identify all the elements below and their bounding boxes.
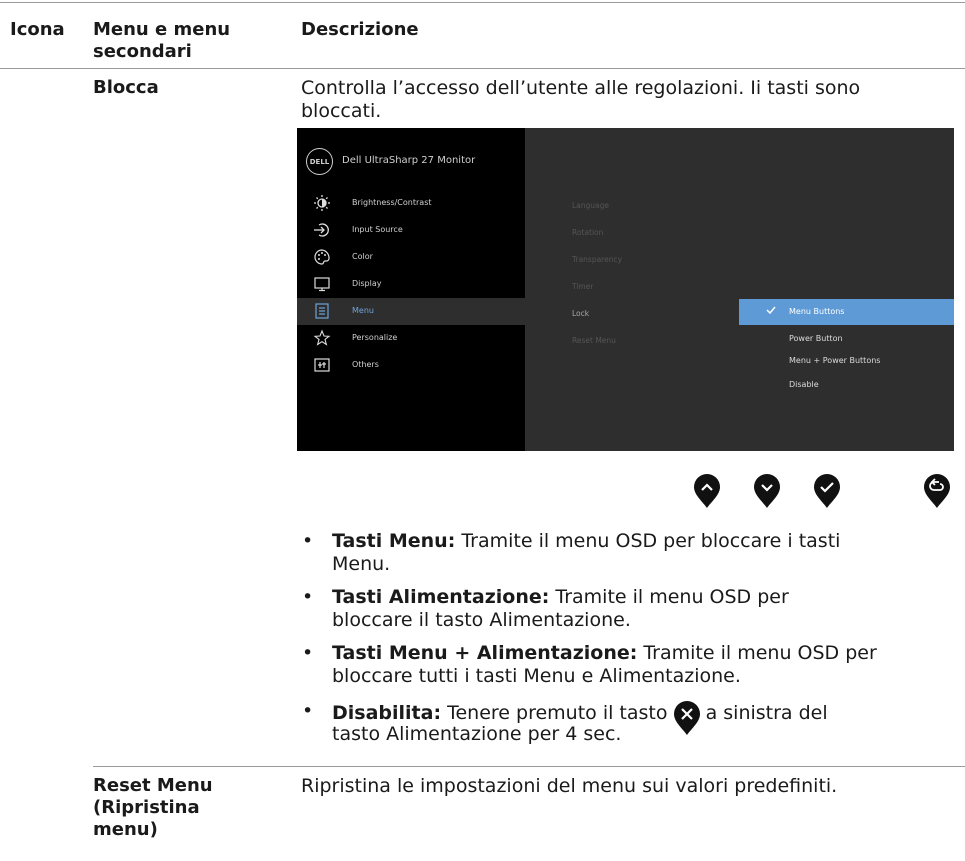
down-button-icon[interactable] — [752, 473, 782, 509]
row-desc-reset: Ripristina le impostazioni del menu sui … — [301, 775, 838, 797]
header-menu-line2: secondari — [93, 41, 192, 62]
osd-item-input-source[interactable]: Input Source — [297, 217, 525, 244]
row-rule — [93, 766, 965, 767]
option-label: Menu + Power Buttons — [789, 356, 881, 365]
palette-icon — [314, 249, 330, 265]
row-desc-line1: Controlla l’accesso dell’utente alle reg… — [301, 77, 861, 99]
bullet-marker: • — [302, 642, 314, 664]
submenu-reset-menu[interactable]: Reset Menu — [572, 336, 616, 345]
bullet-tasti-menu-line2: Menu. — [332, 553, 391, 575]
bullet-text: Tramite il menu OSD per — [637, 642, 877, 664]
osd-item-label: Color — [352, 252, 373, 261]
option-label: Disable — [789, 380, 819, 389]
bullet-term: Tasti Menu + Alimentazione: — [332, 642, 638, 664]
osd-item-personalize[interactable]: Personalize — [297, 325, 525, 352]
option-label: Menu Buttons — [789, 307, 845, 316]
bullet-text: Tramite il menu OSD per bloccare i tasti — [455, 530, 841, 552]
osd-item-label: Input Source — [352, 225, 403, 234]
option-menu-power-buttons[interactable]: Menu + Power Buttons — [739, 348, 954, 374]
input-icon — [314, 223, 329, 237]
up-button-icon[interactable] — [692, 473, 722, 509]
bullet-text: Tramite il menu OSD per — [549, 586, 789, 608]
submenu-timer[interactable]: Timer — [572, 282, 593, 291]
sun-icon — [314, 195, 330, 211]
row-menu-reset-line2: (Ripristina — [93, 797, 200, 818]
submenu-transparency[interactable]: Transparency — [572, 255, 622, 264]
row-menu-reset-line3: menu) — [93, 819, 158, 840]
back-button-icon[interactable] — [922, 473, 952, 509]
bullet-marker: • — [302, 586, 314, 608]
bullet-marker: • — [302, 530, 314, 552]
header-icon: Icona — [10, 19, 65, 40]
option-label: Power Button — [789, 334, 843, 343]
header-rule — [0, 68, 965, 69]
bullet-text: a sinistra del — [699, 702, 828, 724]
check-button-icon[interactable] — [812, 473, 842, 509]
monitor-icon — [314, 277, 330, 292]
submenu-language[interactable]: Language — [572, 201, 609, 210]
bullet-text: Tenere premuto il tasto — [441, 702, 674, 724]
bullet-alimentazione-line2: bloccare il tasto Alimentazione. — [332, 609, 631, 631]
bullet-marker: • — [302, 700, 314, 722]
submenu-lock[interactable]: Lock — [572, 309, 589, 318]
header-description: Descrizione — [301, 19, 419, 40]
table-top-rule — [0, 2, 965, 3]
osd-item-label: Brightness/Contrast — [352, 198, 432, 207]
osd-item-color[interactable]: Color — [297, 244, 525, 271]
osd-title: Dell UltraSharp 27 Monitor — [342, 155, 476, 166]
osd-item-display[interactable]: Display — [297, 271, 525, 298]
row-menu-reset-line1: Reset Menu — [93, 775, 213, 796]
bullet-term: Tasti Alimentazione: — [332, 586, 550, 608]
others-icon — [314, 358, 330, 372]
submenu-rotation[interactable]: Rotation — [572, 228, 603, 237]
dell-logo: DELL — [306, 148, 333, 175]
osd-item-label: Display — [352, 279, 382, 288]
osd-item-label: Menu — [352, 306, 374, 315]
bullet-disabilita-line2: tasto Alimentazione per 4 sec. — [332, 723, 622, 745]
bullet-menu-alimentazione-line1: Tasti Menu + Alimentazione: Tramite il m… — [332, 642, 962, 665]
osd-item-others[interactable]: Others — [297, 352, 525, 379]
bullet-term: Tasti Menu: — [332, 530, 456, 552]
osd-screenshot: DELL Dell UltraSharp 27 Monitor Brightne… — [297, 128, 954, 451]
bullet-term: Disabilita: — [332, 702, 442, 724]
bullet-tasti-menu-line1: Tasti Menu: Tramite il menu OSD per bloc… — [332, 530, 962, 553]
check-icon — [766, 306, 776, 315]
bullet-alimentazione-line1: Tasti Alimentazione: Tramite il menu OSD… — [332, 586, 962, 609]
star-icon — [313, 329, 331, 346]
option-menu-buttons[interactable]: Menu Buttons — [739, 299, 954, 325]
bullet-menu-alimentazione-line2: bloccare tutti i tasti Menu e Alimentazi… — [332, 665, 741, 687]
menu-icon — [315, 303, 329, 319]
option-disable[interactable]: Disable — [739, 372, 954, 398]
osd-item-label: Personalize — [352, 333, 398, 342]
osd-item-menu[interactable]: Menu — [297, 298, 525, 325]
osd-item-label: Others — [352, 360, 379, 369]
row-desc-line2: bloccati. — [301, 100, 382, 122]
row-menu-blocca: Blocca — [93, 77, 159, 98]
header-menu-line1: Menu e menu — [93, 19, 231, 40]
osd-item-brightness[interactable]: Brightness/Contrast — [297, 190, 525, 217]
